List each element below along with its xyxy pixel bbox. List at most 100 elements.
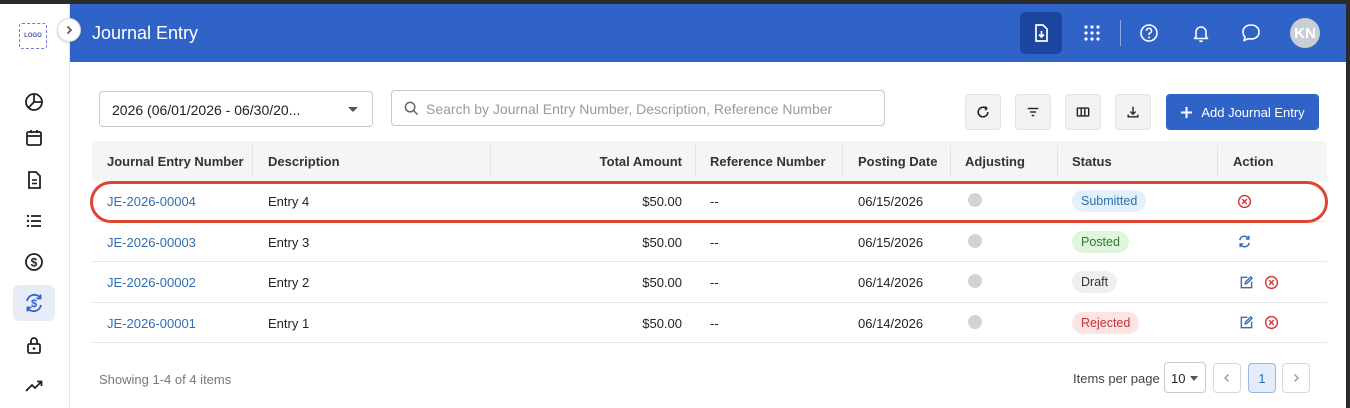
entry-reference: --	[710, 194, 719, 209]
top-header: Journal Entry KN	[70, 4, 1346, 62]
entry-posting-date: 06/14/2026	[858, 275, 924, 290]
add-journal-entry-label: Add Journal Entry	[1201, 104, 1305, 120]
caret-down-icon	[1190, 376, 1198, 381]
sidebar-item-billing[interactable]: $	[13, 244, 55, 280]
search-icon	[404, 101, 419, 121]
column-header-amount[interactable]: Total Amount	[490, 154, 682, 169]
refresh-button[interactable]	[965, 94, 1001, 130]
window-right-edge	[1346, 0, 1350, 408]
page-title: Journal Entry	[92, 23, 199, 43]
column-header-description[interactable]: Description	[268, 154, 340, 169]
table-row: JE-2026-00002 Entry 2 $50.00 -- 06/14/20…	[92, 262, 1327, 303]
download-document-icon	[1035, 24, 1048, 42]
reverse-button[interactable]	[1236, 234, 1252, 250]
entry-number-link[interactable]: JE-2026-00001	[107, 316, 196, 331]
table-row: JE-2026-00004 Entry 4 $50.00 -- 06/15/20…	[92, 181, 1327, 222]
table-row: JE-2026-00003 Entry 3 $50.00 -- 06/15/20…	[92, 222, 1327, 262]
edit-button[interactable]	[1238, 315, 1254, 331]
dollar-icon: $	[25, 253, 43, 271]
entry-posting-date: 06/14/2026	[858, 315, 924, 331]
search-input[interactable]	[426, 99, 876, 119]
sidebar-item-dashboard[interactable]	[13, 84, 55, 120]
pie-chart-icon	[25, 93, 43, 111]
sidebar-item-journal-entry[interactable]: $	[13, 285, 55, 321]
entry-reference: --	[710, 315, 719, 331]
help-icon	[1140, 24, 1158, 42]
main-content: 2026 (06/01/2026 - 06/30/20... Add Journ…	[70, 62, 1346, 408]
entry-posting-date: 06/15/2026	[858, 234, 924, 250]
next-page-button[interactable]	[1282, 363, 1310, 393]
sync-icon	[1238, 235, 1250, 248]
cancel-button[interactable]	[1236, 193, 1252, 209]
entry-description: Entry 1	[268, 315, 310, 331]
svg-text:$: $	[31, 298, 37, 310]
cancel-circle-icon	[1264, 275, 1278, 289]
notifications-button[interactable]	[1180, 12, 1222, 54]
pagination-summary: Showing 1-4 of 4 items	[99, 372, 232, 387]
add-journal-entry-button[interactable]: Add Journal Entry	[1166, 94, 1319, 130]
date-range-select[interactable]: 2026 (06/01/2026 - 06/30/20...	[99, 91, 373, 127]
entry-description: Entry 2	[268, 275, 310, 290]
adjusting-indicator	[968, 233, 982, 248]
columns-button[interactable]	[1065, 94, 1101, 130]
column-header-status[interactable]: Status	[1072, 154, 1112, 169]
column-header-adjusting[interactable]: Adjusting	[965, 154, 1025, 169]
columns-icon	[1076, 107, 1090, 117]
help-button[interactable]	[1128, 12, 1170, 54]
calendar-icon	[26, 130, 42, 146]
entry-description: Entry 4	[268, 194, 310, 209]
filter-icon	[1027, 107, 1039, 117]
app-logo: LOGO	[19, 23, 47, 49]
cancel-button[interactable]	[1263, 315, 1279, 331]
document-icon	[28, 171, 41, 189]
user-avatar[interactable]: KN	[1290, 18, 1320, 48]
items-per-page-value: 10	[1171, 371, 1186, 386]
sidebar-item-calendar[interactable]	[13, 120, 55, 156]
entry-number-link[interactable]: JE-2026-00002	[107, 275, 196, 290]
filter-button[interactable]	[1015, 94, 1051, 130]
adjusting-indicator	[968, 314, 982, 329]
chevron-right-icon	[1294, 374, 1299, 382]
sidebar-item-list[interactable]	[13, 203, 55, 239]
entry-amount: $50.00	[642, 234, 682, 250]
prev-page-button[interactable]	[1213, 363, 1241, 393]
messages-button[interactable]	[1230, 12, 1272, 54]
column-header-reference[interactable]: Reference Number	[710, 154, 826, 169]
chevron-right-icon	[66, 25, 73, 35]
download-button[interactable]	[1115, 94, 1151, 130]
chat-icon	[1242, 24, 1260, 42]
export-button[interactable]	[1020, 12, 1062, 54]
edit-icon	[1240, 316, 1253, 329]
apps-button[interactable]	[1071, 12, 1113, 54]
entry-description: Entry 3	[268, 234, 310, 250]
edit-button[interactable]	[1238, 274, 1254, 290]
column-separator	[252, 145, 253, 177]
page-button-current[interactable]: 1	[1248, 363, 1276, 393]
sidebar-item-documents[interactable]	[13, 162, 55, 198]
column-separator	[1057, 145, 1058, 177]
bell-icon	[1193, 26, 1209, 43]
entry-number-link[interactable]: JE-2026-00004	[107, 194, 196, 209]
cancel-circle-icon	[1237, 194, 1251, 208]
refresh-icon	[977, 105, 989, 118]
items-per-page-select[interactable]: 10	[1164, 362, 1206, 393]
adjusting-indicator	[968, 193, 982, 207]
sidebar-item-security[interactable]	[13, 327, 55, 363]
status-badge: Submitted	[1072, 190, 1147, 212]
lock-icon	[27, 337, 41, 354]
list-icon	[26, 214, 41, 228]
adjusting-indicator	[968, 274, 982, 288]
cancel-button[interactable]	[1263, 274, 1279, 290]
edit-icon	[1240, 275, 1253, 288]
sidebar-item-reports[interactable]	[13, 368, 55, 404]
entry-reference: --	[710, 234, 719, 250]
column-header-number[interactable]: Journal Entry Number	[107, 154, 244, 169]
apps-grid-icon	[1084, 25, 1100, 41]
entry-number-link[interactable]: JE-2026-00003	[107, 235, 196, 250]
sidebar-collapse-button[interactable]	[57, 18, 81, 42]
journal-entry-table: Journal Entry Number Description Total A…	[92, 141, 1327, 343]
column-separator	[695, 145, 696, 177]
table-row: JE-2026-00001 Entry 1 $50.00 -- 06/14/20…	[92, 303, 1327, 343]
column-header-posting-date[interactable]: Posting Date	[858, 154, 937, 169]
date-range-value: 2026 (06/01/2026 - 06/30/20...	[112, 102, 301, 118]
